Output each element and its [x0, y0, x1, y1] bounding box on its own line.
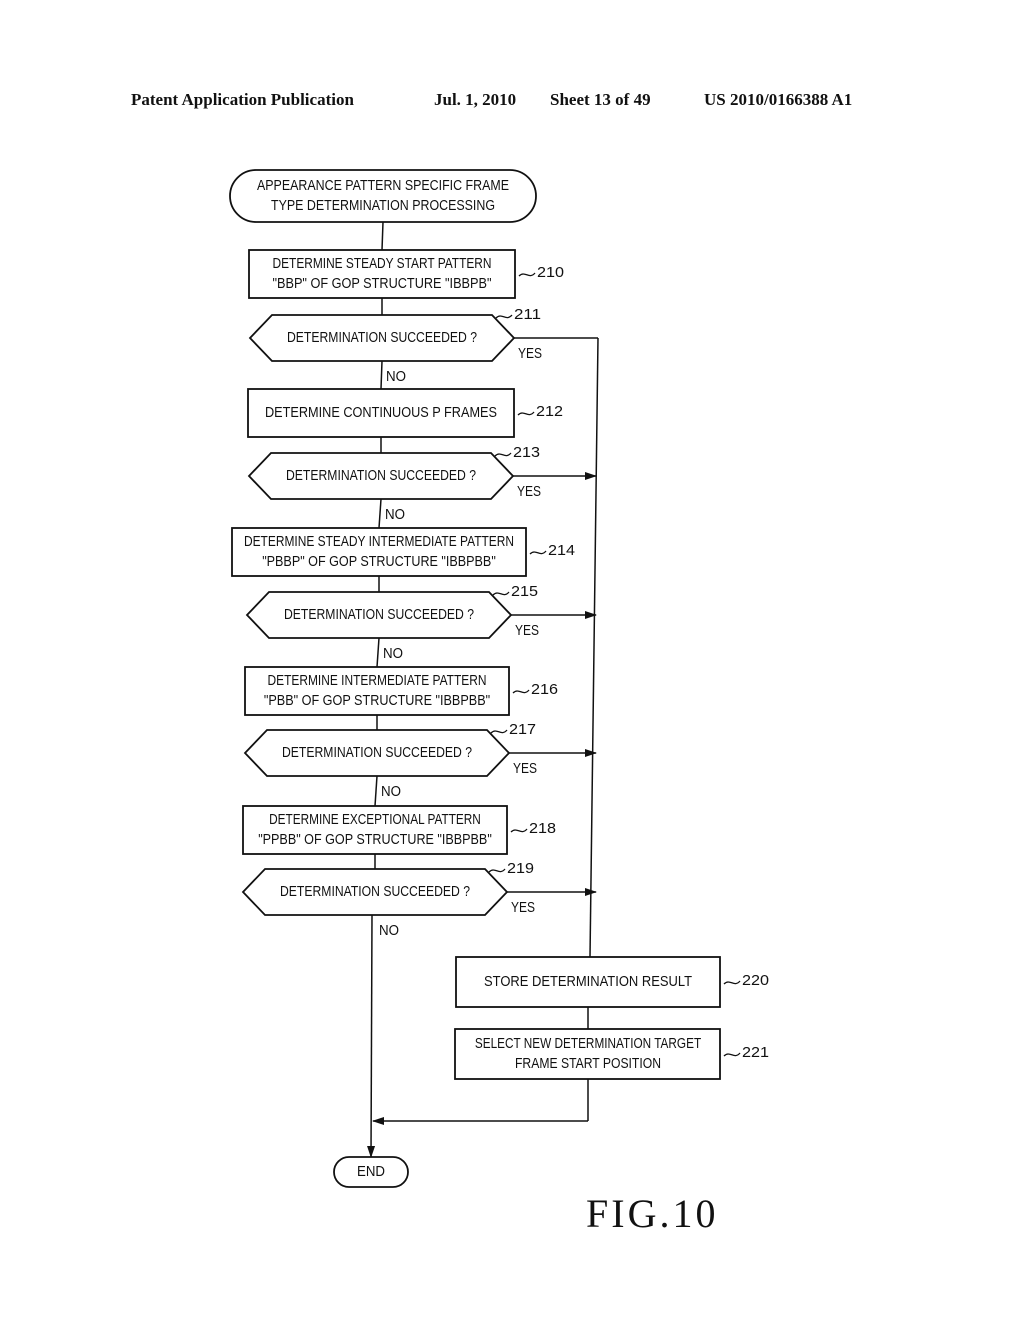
- decision-text-219: DETERMINATION SUCCEEDED ?: [280, 883, 470, 900]
- no-label-213: NO: [385, 506, 405, 523]
- ref-leader-line: [494, 452, 512, 457]
- connector-line: [376, 637, 380, 668]
- connector-line: [374, 775, 378, 807]
- yes-label-215: YES: [515, 622, 539, 639]
- connector-line: [381, 221, 384, 251]
- process-text-221-line-1: SELECT NEW DETERMINATION TARGET: [475, 1035, 701, 1052]
- process-text-218-line-1: DETERMINE EXCEPTIONAL PATTERN: [269, 811, 481, 828]
- yes-trunk-line: [589, 337, 599, 958]
- reference-number-220: 220: [742, 972, 769, 989]
- ref-leader-line: [492, 591, 510, 596]
- ref-leader-line: [488, 868, 506, 873]
- decision-text-211: DETERMINATION SUCCEEDED ?: [287, 329, 477, 346]
- yes-label-219: YES: [511, 899, 535, 916]
- reference-number-212: 212: [536, 403, 563, 420]
- connector-line: [378, 498, 382, 529]
- ref-leader-line: [529, 550, 547, 555]
- figure-label: FIG.10: [586, 1191, 719, 1236]
- ref-leader-line: [723, 1052, 741, 1057]
- end-terminal-label: END: [357, 1163, 385, 1180]
- reference-number-218: 218: [529, 820, 556, 837]
- no-label-211: NO: [386, 368, 406, 385]
- reference-number-216: 216: [531, 681, 558, 698]
- process-text-214-line-1: DETERMINE STEADY INTERMEDIATE PATTERN: [244, 533, 514, 550]
- decision-text-217: DETERMINATION SUCCEEDED ?: [282, 744, 472, 761]
- process-text-218-line-2: "PPBB" OF GOP STRUCTURE "IBBPBB": [258, 831, 492, 848]
- yes-label-217: YES: [513, 760, 537, 777]
- decision-text-213: DETERMINATION SUCCEEDED ?: [286, 467, 476, 484]
- reference-number-219: 219: [507, 860, 534, 877]
- ref-leader-line: [518, 272, 536, 277]
- no-label-219: NO: [379, 922, 399, 939]
- connector-line: [380, 360, 383, 390]
- no-path-to-end: [367, 914, 376, 1158]
- yes-label-211: YES: [518, 345, 542, 362]
- process-text-212: DETERMINE CONTINUOUS P FRAMES: [265, 404, 497, 421]
- start-terminal-line-2: TYPE DETERMINATION PROCESSING: [271, 197, 495, 214]
- reference-number-221: 221: [742, 1044, 769, 1061]
- process-text-216-line-1: DETERMINE INTERMEDIATE PATTERN: [268, 672, 487, 689]
- process-text-220: STORE DETERMINATION RESULT: [484, 973, 692, 990]
- start-terminal-line-1: APPEARANCE PATTERN SPECIFIC FRAME: [257, 177, 509, 194]
- flowchart: APPEARANCE PATTERN SPECIFIC FRAME TYPE DE…: [229, 169, 769, 1188]
- ref-leader-line: [495, 314, 513, 319]
- reference-number-211: 211: [514, 306, 541, 323]
- reference-number-213: 213: [513, 444, 540, 461]
- no-label-215: NO: [383, 645, 403, 662]
- process-text-210-line-2: "BBP" OF GOP STRUCTURE "IBBPB": [273, 275, 492, 292]
- yes-label-213: YES: [517, 483, 541, 500]
- reference-number-215: 215: [511, 583, 538, 600]
- reference-number-217: 217: [509, 721, 536, 738]
- process-text-210-line-1: DETERMINE STEADY START PATTERN: [273, 255, 492, 272]
- decision-text-215: DETERMINATION SUCCEEDED ?: [284, 606, 474, 623]
- ref-leader-line: [512, 689, 530, 694]
- process-text-216-line-2: "PBB" OF GOP STRUCTURE "IBBPBB": [264, 692, 490, 709]
- ref-leader-line: [517, 411, 535, 416]
- ref-leader-line: [510, 828, 528, 833]
- reference-number-210: 210: [537, 264, 564, 281]
- ref-leader-line: [490, 729, 508, 734]
- no-label-217: NO: [381, 783, 401, 800]
- reference-number-214: 214: [548, 542, 575, 559]
- process-text-221-line-2: FRAME START POSITION: [515, 1055, 661, 1072]
- ref-leader-line: [723, 980, 741, 985]
- process-text-214-line-2: "PBBP" OF GOP STRUCTURE "IBBPBB": [262, 553, 496, 570]
